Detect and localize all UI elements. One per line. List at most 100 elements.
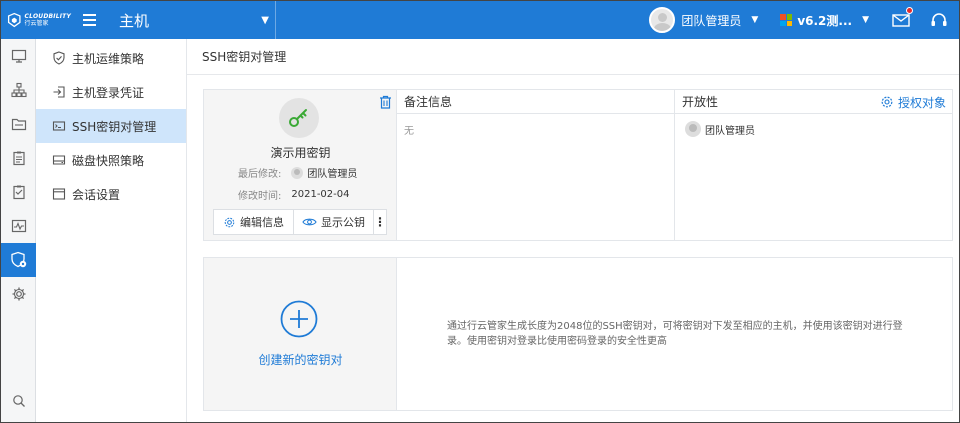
windows-icon [780,14,793,26]
top-bar: CLOUDBILITY 行云管家 主机 ▼ 团队管理员 ▼ v6.2测... ▼ [1,1,959,39]
module-title: 主机 [119,11,150,30]
rail-item-topology[interactable] [1,73,36,107]
modified-time: 修改时间: 2021-02-04 [238,187,350,202]
support-button[interactable] [929,10,949,30]
gear-icon [12,287,25,301]
show-pubkey-button[interactable]: 显示公钥 [294,210,374,234]
version-label: v6.2测... [797,13,853,28]
divider [275,1,276,39]
brand-name-cn: 行云管家 [24,19,49,27]
rail-item-clipboard[interactable] [1,141,36,175]
shield-check-icon [53,51,65,65]
rail-item-folder[interactable] [1,107,36,141]
page-title: SSH密钥对管理 [202,50,287,64]
module-selector[interactable]: 主机 ▼ [119,10,269,31]
headset-icon [931,13,947,26]
owner-item: 团队管理员 [685,121,942,137]
create-description: 通过行云管家生成长度为2048位的SSH密钥对，可将密钥对下发至相应的主机，并使… [447,321,903,347]
more-actions-button[interactable]: ⋮ [374,210,386,234]
avatar [649,7,676,33]
create-card: 创建新的密钥对 通过行云管家生成长度为2048位的SSH密钥对，可将密钥对下发至… [203,257,953,411]
last-modified-by: 团队管理员 [307,169,358,180]
menu-item-ssh-keys[interactable]: SSH密钥对管理 [36,109,186,143]
show-pubkey-label: 显示公钥 [321,216,365,229]
rail-item-monitor[interactable] [1,39,36,73]
trash-icon [380,95,391,109]
rail-item-checklist[interactable] [1,175,36,209]
create-keypair-button[interactable]: 创建新的密钥对 [204,258,397,410]
last-modified: 最后修改: 团队管理员 [238,165,357,180]
folder-icon [11,118,26,131]
rail-item-settings[interactable] [1,277,36,311]
notes-value: 无 [397,114,675,240]
brand-name-en: CLOUDBILITY [24,12,71,20]
activity-icon [11,219,26,233]
last-modified-label: 最后修改: [238,169,282,180]
topology-icon [10,82,27,98]
menu-item-login-credential[interactable]: 主机登录凭证 [36,75,186,109]
page-header: SSH密钥对管理 [187,39,959,75]
menu-item-host-policy[interactable]: 主机运维策略 [36,41,186,75]
clipboard-icon [12,151,25,166]
edit-info-button[interactable]: 编辑信息 [214,210,294,234]
key-icon [52,121,66,131]
menu-item-label: 会话设置 [72,187,121,202]
rail-item-activity[interactable] [1,209,36,243]
chevron-down-icon: ▼ [862,15,869,25]
more-icon: ⋮ [374,215,386,229]
menu-item-session-settings[interactable]: 会话设置 [36,177,186,211]
monitor-icon [11,49,26,63]
menu-item-disk-snapshot[interactable]: 磁盘快照策略 [36,143,186,177]
menu-item-label: 主机运维策略 [72,51,145,66]
owner-name: 团队管理员 [705,125,755,137]
key-icon [289,109,307,127]
gear-icon [224,217,235,227]
logo-icon [7,12,21,28]
menu-item-label: SSH密钥对管理 [72,119,157,134]
modified-time-label: 修改时间: [238,191,282,202]
key-name: 演示用密钥 [270,146,331,160]
window-icon [52,188,66,200]
notes-header-label: 备注信息 [404,95,453,109]
edit-info-label: 编辑信息 [240,216,284,229]
create-keypair-label: 创建新的密钥对 [258,353,343,367]
sub-menu: 主机运维策略 主机登录凭证 SSH密钥对管理 磁盘快照策略 会话设置 [36,39,187,422]
menu-item-label: 主机登录凭证 [72,85,145,100]
icon-rail [1,39,36,422]
user-name: 团队管理员 [681,13,742,28]
main-area: SSH密钥对管理 演示用密钥 最后修改: 团队管理员 修改时间: 2021-02… [187,39,959,422]
disk-icon [52,155,66,165]
version-selector[interactable]: v6.2测... ▼ [780,12,869,29]
user-menu[interactable]: 团队管理员 ▼ [649,7,758,33]
key-avatar [279,98,319,138]
rail-search-button[interactable] [1,394,36,408]
search-icon [12,395,25,407]
openness-header: 开放性 授权对象 [675,90,952,114]
notes-header: 备注信息 [397,90,675,114]
message-button[interactable] [891,7,913,30]
content: 演示用密钥 最后修改: 团队管理员 修改时间: 2021-02-04 编辑信息 [187,75,959,422]
key-summary: 演示用密钥 最后修改: 团队管理员 修改时间: 2021-02-04 编辑信息 [204,90,397,240]
menu-item-label: 磁盘快照策略 [72,153,145,168]
shield-icon [10,251,26,268]
gear-icon [881,96,893,108]
menu-toggle-icon[interactable] [83,1,103,39]
plus-circle-icon [280,300,318,338]
openness-body: 团队管理员 [675,114,952,240]
eye-icon [302,218,317,226]
authorize-label: 授权对象 [897,95,946,110]
avatar [291,166,304,179]
chevron-down-icon: ▼ [261,14,269,26]
delete-button[interactable] [379,95,392,112]
chevron-down-icon: ▼ [751,15,759,25]
brand-logo[interactable]: CLOUDBILITY 行云管家 [1,1,71,39]
avatar [685,121,701,137]
login-icon [53,86,65,98]
key-actions: 编辑信息 显示公钥 ⋮ [213,209,387,235]
openness-header-label: 开放性 [682,95,719,109]
modified-time-value: 2021-02-04 [291,189,350,200]
key-card: 演示用密钥 最后修改: 团队管理员 修改时间: 2021-02-04 编辑信息 [203,89,953,241]
notification-badge [906,7,913,14]
authorize-button[interactable]: 授权对象 [880,90,946,114]
rail-item-security[interactable] [1,243,36,277]
